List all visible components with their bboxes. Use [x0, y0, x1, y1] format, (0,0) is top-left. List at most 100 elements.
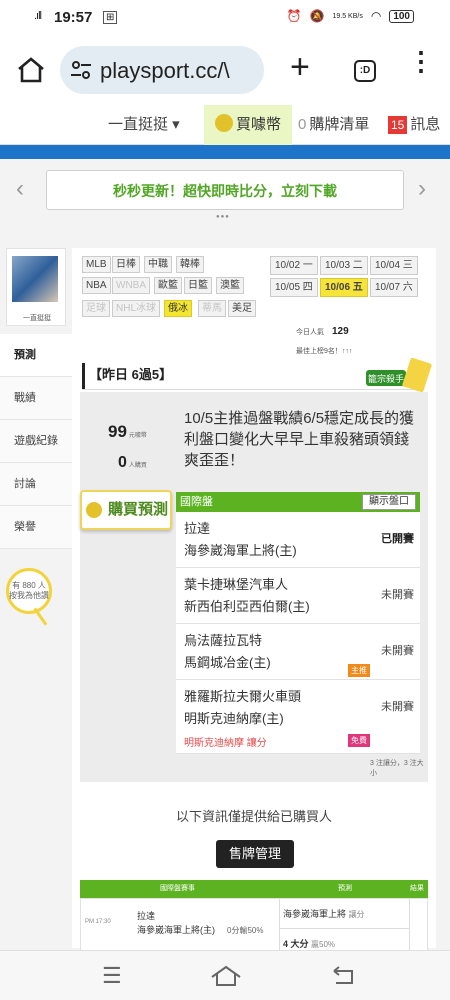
chevron-left-icon[interactable]: ‹: [16, 175, 24, 203]
home-team: 馬鋼城冶金(主): [184, 655, 271, 670]
league-tag[interactable]: 俄冰: [164, 300, 192, 317]
bottom-col-games: 國際盤賽事: [160, 885, 195, 892]
buyers: 0 人購買: [118, 454, 147, 472]
bulb-count: 有 880 人: [12, 581, 46, 590]
game-team2: 海參崴海軍上將(主): [137, 925, 215, 935]
bottom-col-prediction: 預測: [338, 885, 352, 892]
game-teams: 烏法薩拉瓦特 馬鋼城冶金(主): [184, 630, 374, 674]
game-teams: 拉達 海參崴海軍上將(主): [184, 518, 374, 562]
game-teams: 雅羅斯拉夫爾火車頭 明斯克迪納摩(主): [184, 686, 374, 730]
today-popularity-label: 今日人氣: [296, 329, 324, 336]
net-speed: 19.5 KB/s: [332, 12, 363, 20]
home-nav-icon[interactable]: [210, 965, 242, 987]
pick-1-team: 海參崴海軍上將: [283, 909, 347, 919]
free-badge: 免費: [348, 734, 370, 747]
league-tag[interactable]: NBA: [82, 277, 111, 294]
menu-icon[interactable]: ☰: [102, 963, 122, 989]
league-tag[interactable]: 中職: [144, 256, 172, 273]
purchase-count: 0: [298, 116, 307, 133]
side-item-honors[interactable]: 榮譽: [0, 506, 72, 549]
pick-1: 海參崴海軍上將 讓分: [283, 907, 365, 920]
games-rows: 拉達 海參崴海軍上將(主) 已開賽 葉卡捷琳堡汽車人 新西伯利亞西伯爾(主) 未開賽 烏法薩…: [176, 512, 420, 754]
svg-text:籠宗殺手: 籠宗殺手: [368, 373, 404, 385]
more-menu-icon[interactable]: ⋮: [408, 48, 434, 74]
avatar[interactable]: [12, 256, 58, 302]
system-nav-bar: ☰: [0, 950, 450, 1000]
coin-icon: [214, 114, 233, 132]
purchase-list-link[interactable]: 0 購牌清單: [298, 105, 369, 145]
buy-prediction-button[interactable]: 購買預測: [80, 490, 172, 530]
price-unit: 元噱幣: [128, 433, 147, 439]
home-team: 新西伯利亞西伯爾(主): [184, 599, 310, 614]
show-odds-button[interactable]: 顯示盤口: [362, 494, 416, 510]
league-tag[interactable]: 澳籃: [216, 277, 244, 294]
category-strip: [0, 145, 450, 159]
alarm-icon: ⏰: [286, 9, 302, 23]
notification-icon: ⊞: [103, 11, 118, 24]
date-option[interactable]: 10/06 五: [320, 278, 368, 297]
messages-link[interactable]: 15 訊息: [388, 105, 440, 145]
league-tag[interactable]: 日棒: [112, 256, 140, 273]
side-item-game-log[interactable]: 遊戲紀錄: [0, 420, 72, 463]
league-tag[interactable]: 美足: [228, 300, 256, 317]
date-option[interactable]: 10/03 二: [320, 256, 368, 275]
date-option[interactable]: 10/07 六: [370, 278, 418, 297]
game-status: 未開賽: [381, 589, 414, 601]
price-value: 99: [108, 422, 127, 441]
column-divider: [409, 899, 410, 957]
site-nav: 一直挺挺 ▾ 買噱幣 0 購牌清單 15 訊息: [0, 105, 450, 145]
prediction-card: 99 元噱幣 0 人購買 10/5主推過盤戰績6/5穩定成長的獲利盤口變化大早早上車…: [80, 392, 428, 782]
today-popularity: 今日人氣 129: [296, 326, 349, 337]
table-footnote: 3 注讓分，3 注大小: [370, 760, 424, 777]
pick-1-type: 讓分: [348, 910, 365, 919]
buyers-unit: 人購買: [128, 463, 147, 469]
date-option[interactable]: 10/05 四: [270, 278, 318, 297]
side-item-discussion[interactable]: 討論: [0, 463, 72, 506]
buy-prediction-label: 購買預測: [108, 501, 169, 518]
main-pick-badge: 主推: [348, 664, 370, 677]
away-team: 烏法薩拉瓦特: [184, 633, 263, 648]
pick-2-note: 贏50%: [311, 940, 336, 949]
league-tag[interactable]: WNBA: [112, 277, 150, 294]
games-table: 國際盤 顯示盤口 拉達 海參崴海軍上將(主) 已開賽 葉卡捷琳堡汽車人 新西伯利亞西伯爾(…: [176, 492, 420, 754]
url-text: playsport.cc/\: [100, 58, 230, 83]
site-settings-icon[interactable]: [70, 60, 92, 80]
bulb-label: 按我為他讚: [9, 591, 49, 600]
tab-switcher-button[interactable]: :D: [354, 60, 376, 82]
league-tag[interactable]: 足球: [82, 300, 110, 317]
league-tag[interactable]: 蒂馬: [198, 300, 226, 317]
buy-coins-link[interactable]: 買噱幣: [204, 105, 292, 145]
chevron-right-icon[interactable]: ›: [418, 175, 426, 203]
main-panel: MLB 日棒 中職 韓棒 NBA WNBA 歐籃 日籃 澳籃足球 NHL冰球 俄冰 蒂馬 美足 10/0…: [72, 248, 436, 958]
home-icon[interactable]: [16, 55, 46, 85]
date-option[interactable]: 10/02 一: [270, 256, 318, 275]
user-menu[interactable]: 一直挺挺 ▾: [108, 105, 180, 145]
battery-indicator: 100: [389, 9, 414, 23]
date-option[interactable]: 10/04 三: [370, 256, 418, 275]
league-tag[interactable]: MLB: [82, 256, 111, 273]
league-tag[interactable]: 韓棒: [176, 256, 204, 273]
game-status: 未開賽: [381, 701, 414, 713]
banner-carousel: ‹ 秒秒更新！超快即時比分，立刻下載 › ●●●: [0, 159, 450, 225]
price: 99 元噱幣: [108, 422, 147, 442]
new-tab-button[interactable]: +: [290, 50, 310, 84]
bottom-col-result: 結果: [410, 885, 424, 892]
pick-2: 4 大分 贏50%: [283, 937, 335, 950]
bottom-table-header: 國際盤賽事 預測 結果: [80, 880, 428, 898]
sell-management-button[interactable]: 售牌管理: [216, 840, 294, 868]
league-tag[interactable]: 日籃: [184, 277, 212, 294]
league-tag[interactable]: NHL冰球: [112, 300, 161, 317]
away-team: 拉達: [184, 521, 211, 536]
side-item-predictions[interactable]: 預測: [0, 334, 72, 377]
back-icon[interactable]: [330, 965, 356, 987]
game-status: 已開賽: [381, 533, 414, 545]
away-team: 雅羅斯拉夫爾火車頭: [184, 689, 302, 704]
league-tag[interactable]: 歐籃: [154, 277, 182, 294]
bottom-table-row: PM 17:30 拉達 海參崴海軍上將(主) 0分輸50% 海參崴海軍上將 讓分…: [80, 898, 428, 958]
url-bar[interactable]: playsport.cc/\: [60, 46, 264, 94]
side-item-record[interactable]: 戰績: [0, 377, 72, 420]
profile-card[interactable]: 一直挺挺: [6, 248, 66, 326]
promo-banner[interactable]: 秒秒更新！超快即時比分，立刻下載: [46, 170, 404, 210]
row-divider: [279, 928, 409, 929]
purchase-list-label: 購牌清單: [309, 116, 370, 133]
